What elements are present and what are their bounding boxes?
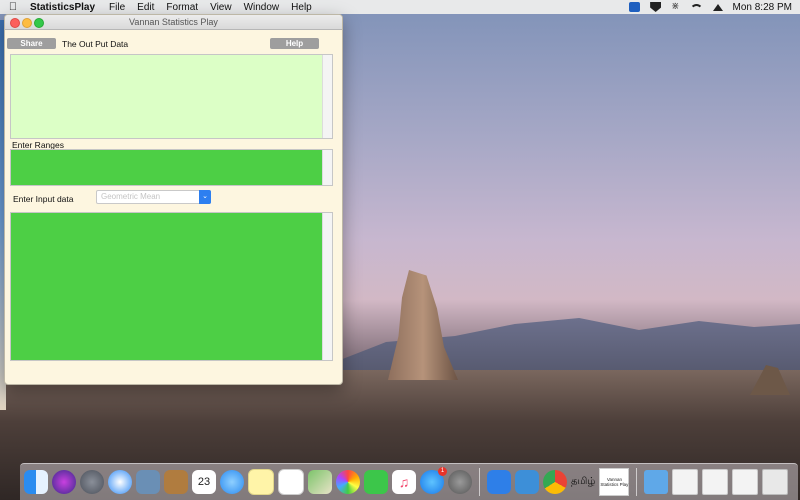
document-thumbnail-icon-3[interactable]: [732, 469, 759, 495]
statistic-method-select[interactable]: Geometric Mean ⌄: [96, 190, 211, 204]
menu-edit[interactable]: Edit: [131, 2, 160, 13]
shield-status-icon[interactable]: [650, 2, 662, 12]
menu-bar:  StatisticsPlay File Edit Format View W…: [0, 0, 800, 14]
app-store-badge: 1: [438, 467, 447, 476]
maps-icon[interactable]: [308, 470, 332, 494]
dock-separator-2: [636, 468, 638, 496]
notebook-icon[interactable]: [164, 470, 188, 494]
window-title: Vannan Statistics Play: [129, 17, 218, 27]
input-scrollbar[interactable]: [322, 213, 332, 360]
ranges-scrollbar[interactable]: [322, 150, 332, 185]
apple-menu-icon[interactable]: : [0, 1, 26, 13]
output-data-textarea[interactable]: [11, 55, 324, 138]
status-area: ⋇ Mon 8:28 PM: [629, 0, 792, 14]
window-titlebar[interactable]: Vannan Statistics Play: [5, 15, 342, 30]
photos-icon[interactable]: [336, 470, 360, 494]
minimize-window-button[interactable]: [22, 18, 32, 28]
zoom-window-button[interactable]: [34, 18, 44, 28]
teamviewer-icon[interactable]: [487, 470, 511, 494]
app-menu[interactable]: StatisticsPlay: [26, 2, 103, 13]
notes-icon[interactable]: [248, 469, 274, 495]
bluetooth-icon[interactable]: ⋇: [671, 2, 679, 12]
facetime-icon[interactable]: [364, 470, 388, 494]
close-window-button[interactable]: [10, 18, 20, 28]
statistic-method-value: Geometric Mean: [101, 192, 161, 201]
app-window: Vannan Statistics Play Share The Out Put…: [4, 14, 343, 385]
enter-input-data-label: Enter Input data: [13, 194, 74, 204]
menubar-clock[interactable]: Mon 8:28 PM: [733, 2, 792, 13]
chrome-icon[interactable]: [543, 470, 567, 494]
calendar-icon[interactable]: 23: [192, 470, 216, 494]
input-data-textarea[interactable]: [11, 213, 324, 360]
launchpad-icon[interactable]: [80, 470, 104, 494]
output-data-panel: [10, 54, 333, 139]
ranges-panel: [10, 149, 333, 186]
help-button[interactable]: Help: [270, 38, 319, 49]
reminders-icon[interactable]: [278, 469, 304, 495]
trash-icon[interactable]: [762, 469, 789, 495]
siri-icon[interactable]: [52, 470, 76, 494]
finder-icon[interactable]: [24, 470, 48, 494]
teamviewer-status-icon[interactable]: [629, 2, 641, 12]
document-thumbnail-icon[interactable]: [672, 469, 699, 495]
menu-window[interactable]: Window: [238, 2, 286, 13]
menu-help[interactable]: Help: [285, 2, 318, 13]
app-store-icon[interactable]: 1: [420, 467, 447, 494]
share-button[interactable]: Share: [7, 38, 56, 49]
safari-icon[interactable]: [108, 470, 132, 494]
document-thumbnail-icon-2[interactable]: [702, 469, 729, 495]
system-preferences-icon[interactable]: [448, 470, 472, 494]
menu-file[interactable]: File: [103, 2, 131, 13]
music-icon[interactable]: ♫: [392, 470, 416, 494]
chevron-down-icon[interactable]: ⌄: [199, 190, 211, 204]
dock-separator: [479, 468, 480, 496]
xcode-icon[interactable]: [515, 470, 539, 494]
statistics-play-app-icon[interactable]: Vannan Statistics Play: [599, 468, 630, 496]
ranges-textarea[interactable]: [11, 150, 324, 185]
menu-format[interactable]: Format: [160, 2, 204, 13]
menu-view[interactable]: View: [204, 2, 238, 13]
messages-icon[interactable]: [220, 470, 244, 494]
output-scrollbar[interactable]: [322, 55, 332, 138]
tamil-app-label[interactable]: தமிழ்: [571, 476, 595, 488]
photo-app-icon[interactable]: [136, 470, 160, 494]
wifi-icon[interactable]: [689, 3, 703, 11]
eject-icon[interactable]: [712, 3, 723, 11]
input-data-panel: [10, 212, 333, 361]
output-data-label: The Out Put Data: [62, 39, 129, 49]
folder-icon[interactable]: [644, 470, 669, 494]
rock-spire: [388, 270, 458, 380]
dock: 23 ♫ 1 தமிழ் Vannan Statistics Play: [20, 463, 798, 500]
